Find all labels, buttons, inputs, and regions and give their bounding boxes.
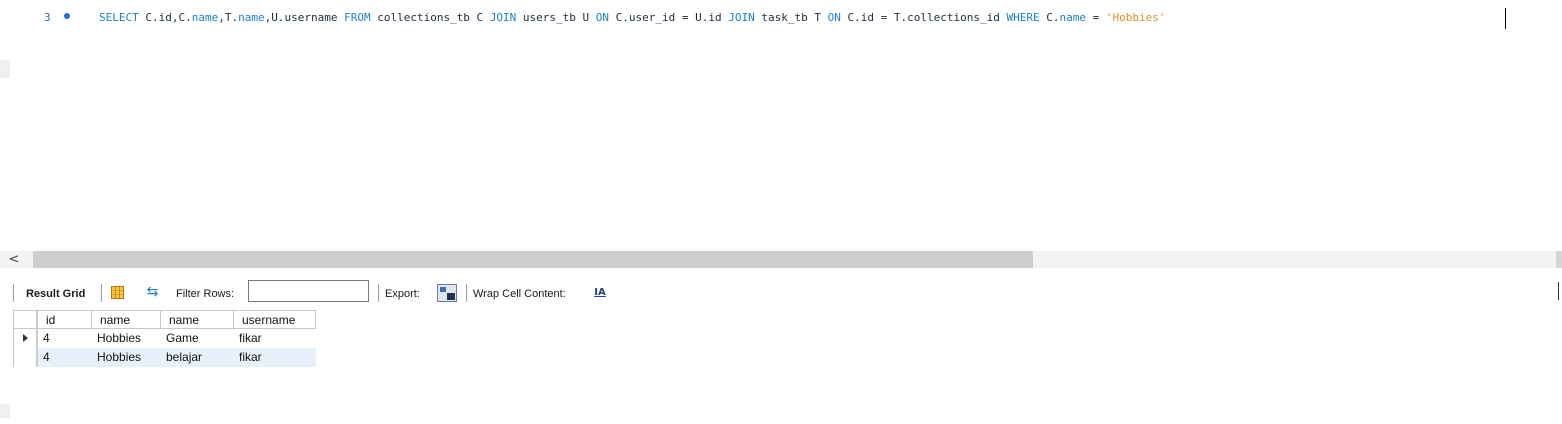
sql-keyword: ON — [827, 11, 841, 24]
statement-marker-icon — [64, 13, 70, 19]
result-toolbar: Result Grid ⇆ Filter Rows: Export: Wrap … — [0, 279, 1562, 309]
table-cell[interactable]: fikar — [234, 348, 316, 367]
column-header[interactable]: username — [234, 310, 316, 329]
row-indicator[interactable] — [13, 348, 37, 367]
wrap-cell-content-label: Wrap Cell Content: — [473, 288, 566, 300]
sql-text: C.user_id = U.id — [609, 11, 729, 24]
toolbar-separator — [378, 284, 379, 302]
sql-keyword: ON — [595, 11, 610, 24]
sql-keyword: name — [1059, 11, 1086, 24]
sql-editor[interactable]: 3 SELECT C.id,C.name,T.name,U.username F… — [0, 0, 1562, 250]
column-header[interactable]: name — [161, 310, 234, 329]
filter-rows-label: Filter Rows: — [176, 288, 235, 300]
toolbar-separator — [466, 284, 467, 302]
sql-string: 'Hobbies' — [1105, 11, 1166, 24]
table-cell[interactable]: 4 — [37, 329, 92, 348]
current-row-arrow-icon — [23, 334, 28, 342]
row-indicator-header — [13, 310, 37, 329]
wrap-cell-content-icon[interactable]: IA — [592, 285, 608, 301]
code-line[interactable]: SELECT C.id,C.name,T.name,U.username FRO… — [99, 11, 1165, 25]
scrollbar-thumb[interactable] — [33, 251, 1033, 268]
sql-keyword: SELECT — [99, 11, 139, 24]
filter-rows-input[interactable] — [248, 280, 369, 302]
sql-keyword: WHERE — [1006, 11, 1040, 24]
table-cell[interactable]: fikar — [234, 329, 316, 348]
sql-text: = — [1085, 11, 1106, 24]
column-header[interactable]: name — [92, 310, 161, 329]
sql-text: ,T. — [218, 11, 239, 24]
sql-text: C.id,C. — [138, 11, 192, 24]
horizontal-scrollbar[interactable]: < — [0, 251, 1562, 268]
export-label: Export: — [385, 288, 420, 300]
refresh-icon[interactable]: ⇆ — [144, 285, 161, 300]
line-number: 3 — [44, 11, 51, 24]
sql-text: ,U.username — [264, 11, 345, 24]
sql-text: C. — [1039, 11, 1060, 24]
scroll-left-button[interactable]: < — [0, 251, 28, 268]
gutter-strip — [0, 60, 10, 78]
toolbar-separator — [13, 284, 14, 302]
gutter-strip — [0, 404, 10, 418]
table-cell[interactable]: Hobbies — [92, 348, 161, 367]
scrollbar-end — [1556, 251, 1562, 268]
table-cell[interactable]: Game — [161, 329, 234, 348]
table-cell[interactable]: Hobbies — [92, 329, 161, 348]
result-grid-tab[interactable]: Result Grid — [26, 288, 85, 300]
sql-keyword: FROM — [344, 11, 371, 24]
column-header[interactable]: id — [37, 310, 92, 329]
sql-keyword: JOIN — [489, 11, 517, 24]
sql-keyword: JOIN — [728, 11, 755, 24]
row-indicator[interactable] — [13, 329, 37, 348]
sql-keyword: name — [191, 11, 219, 24]
export-icon[interactable] — [437, 284, 457, 302]
toolbar-separator — [1558, 282, 1559, 300]
sql-text: collections_tb C — [370, 11, 490, 24]
grid-view-icon[interactable] — [111, 286, 124, 299]
table-cell[interactable]: 4 — [37, 348, 92, 367]
sql-text: users_tb U — [516, 11, 596, 24]
text-caret — [1505, 8, 1506, 29]
toolbar-separator — [101, 284, 102, 302]
sql-text: C.id = T.collections_id — [840, 11, 1007, 24]
sql-keyword: name — [238, 11, 265, 24]
sql-text: task_tb T — [754, 11, 828, 24]
table-cell[interactable]: belajar — [161, 348, 234, 367]
